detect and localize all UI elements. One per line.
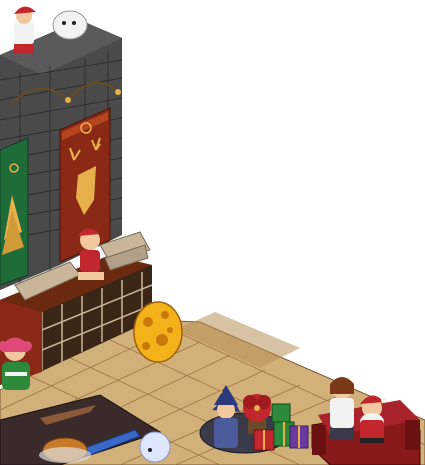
brown-haired-avatar-on-sofa[interactable] (330, 377, 354, 440)
santa-avatar[interactable] (360, 395, 387, 443)
white-haired-avatar[interactable] (139, 431, 171, 463)
fluffy-white-pet[interactable] (52, 10, 88, 40)
golden-spotted-egg[interactable] (133, 301, 183, 363)
pink-haired-avatar[interactable] (0, 337, 32, 391)
habbo-room-scene (0, 6, 425, 465)
elf-avatar-on-tower[interactable] (14, 6, 36, 54)
tree-banner (0, 137, 29, 286)
